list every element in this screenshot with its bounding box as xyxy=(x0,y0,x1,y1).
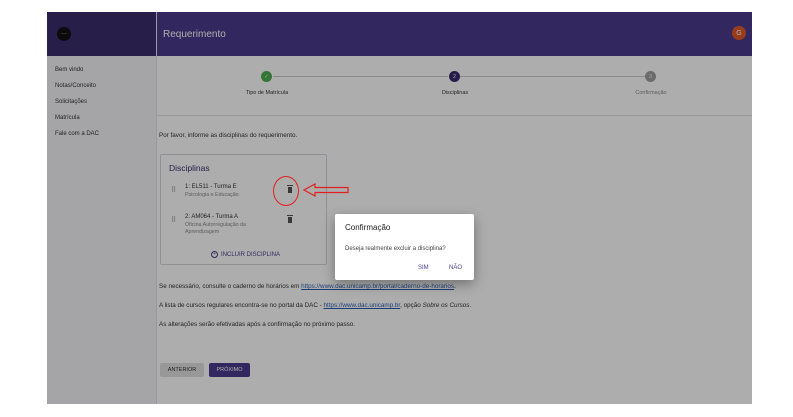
annotation-circle xyxy=(273,176,299,206)
confirmation-dialog: Confirmação Deseja realmente excluir a d… xyxy=(335,214,474,280)
dialog-title: Confirmação xyxy=(345,223,391,232)
dialog-message: Deseja realmente excluir a disciplina? xyxy=(345,246,446,252)
app-window: ··· Bem vindo Notas/Conceito Solicitaçõe… xyxy=(47,12,752,404)
confirm-yes-button[interactable]: SIM xyxy=(418,265,429,271)
modal-scrim[interactable] xyxy=(47,12,752,404)
confirm-no-button[interactable]: NÃO xyxy=(449,265,462,271)
annotation-arrow-icon xyxy=(303,182,349,198)
